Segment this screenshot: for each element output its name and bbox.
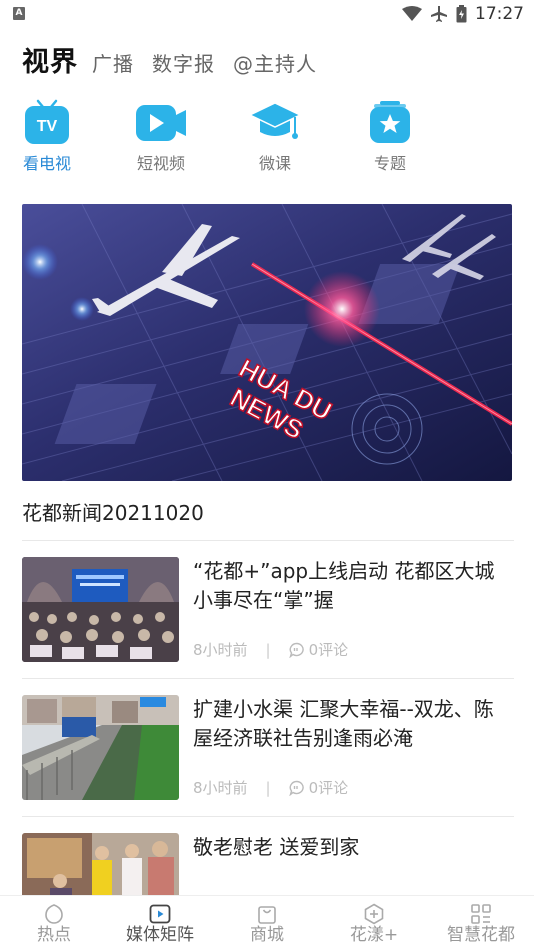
comment-count: 0评论	[288, 639, 348, 660]
hero-banner-image[interactable]: HUA DU NEWS	[22, 204, 512, 481]
news-thumbnail	[22, 557, 179, 662]
nav-huayang-plus[interactable]: 花漾+	[324, 902, 424, 945]
divider	[22, 540, 514, 541]
graduation-cap-icon	[248, 102, 302, 139]
nav-smart-huadu[interactable]: 智慧花都	[431, 902, 531, 945]
news-title: 敬老慰老 送爱到家	[193, 835, 360, 859]
category-row: TV 看电视 短视频 微课 专题	[0, 98, 534, 178]
category-topics[interactable]: 专题	[355, 98, 425, 174]
notification-badge: A	[13, 7, 25, 20]
news-item[interactable]: 扩建小水渠 汇聚大幸福--双龙、陈屋经济联社告别逢雨必淹 8小时前 | 0评论	[22, 695, 514, 803]
news-thumbnail	[22, 833, 179, 895]
tab-guangbo[interactable]: 广播	[92, 48, 134, 77]
nav-hotspot[interactable]: 热点	[4, 902, 104, 945]
svg-text:TV: TV	[37, 118, 58, 135]
news-item[interactable]: “花都+”app上线启动 花都区大城小事尽在“掌”握 8小时前 | 0评论	[22, 557, 514, 665]
tab-digital-paper[interactable]: 数字报	[152, 48, 215, 77]
star-icon	[370, 101, 410, 143]
divider	[22, 816, 514, 817]
news-time: 8小时前	[193, 779, 248, 797]
divider	[22, 678, 514, 679]
news-meta: 8小时前 | 0评论	[193, 777, 348, 798]
nav-media-matrix[interactable]: 媒体矩阵	[110, 902, 210, 945]
wifi-icon	[402, 6, 422, 21]
tab-hosts[interactable]: @主持人	[233, 48, 317, 77]
news-title: 扩建小水渠 汇聚大幸福--双龙、陈屋经济联社告别逢雨必淹	[193, 697, 494, 750]
news-meta: 8小时前 | 0评论	[193, 639, 348, 660]
airplane-mode-icon	[431, 6, 447, 22]
battery-icon	[456, 5, 467, 23]
news-title: “花都+”app上线启动 花都区大城小事尽在“掌”握	[193, 559, 495, 612]
news-item[interactable]: 敬老慰老 送爱到家	[22, 833, 514, 895]
hero-title[interactable]: 花都新闻20211020	[22, 497, 204, 526]
category-short-video[interactable]: 短视频	[126, 98, 196, 174]
category-label: 短视频	[136, 154, 185, 173]
comment-count: 0评论	[288, 777, 348, 798]
category-label: 专题	[373, 154, 406, 173]
status-bar: A 17:27	[0, 0, 534, 28]
comment-icon	[288, 642, 304, 658]
top-tabs: 视界 广播 数字报 @主持人	[22, 40, 335, 79]
clock: 17:27	[475, 4, 524, 24]
meta-separator: |	[265, 640, 271, 659]
category-watch-tv[interactable]: TV 看电视	[12, 98, 82, 174]
category-micro-course[interactable]: 微课	[240, 98, 310, 174]
nav-mall[interactable]: 商城	[217, 902, 317, 945]
bottom-nav: 热点 媒体矩阵 商城 花漾+ 智慧花都	[0, 895, 534, 950]
video-camera-icon	[136, 105, 186, 141]
category-label: 微课	[258, 154, 291, 173]
meta-separator: |	[265, 778, 271, 797]
news-time: 8小时前	[193, 641, 248, 659]
tv-icon: TV	[25, 99, 69, 144]
news-thumbnail	[22, 695, 179, 800]
category-label: 看电视	[22, 154, 71, 173]
status-icons: 17:27	[402, 3, 524, 25]
tab-shijie[interactable]: 视界	[22, 40, 78, 79]
comment-icon	[288, 780, 304, 796]
